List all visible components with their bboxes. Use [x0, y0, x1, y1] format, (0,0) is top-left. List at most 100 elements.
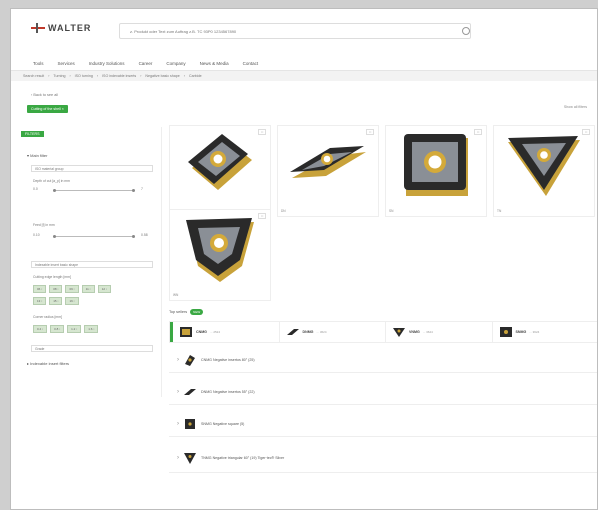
product-label: TN — [497, 209, 502, 213]
top-sellers-heading: Top sellers NEW — [169, 309, 204, 315]
feed-label: Feed [f] in mm — [33, 223, 55, 227]
basic-shape-select[interactable]: Indexable insert basic shape — [31, 261, 153, 268]
edge-length-tag[interactable]: 16 ▫ — [65, 297, 79, 305]
edge-length-tags: 06 ▫ 08 ▫ 09 ▫ 11 ▫ 12 ▫ — [33, 285, 111, 293]
slider-handle-min[interactable] — [53, 235, 56, 238]
breadcrumb-item[interactable]: Negative basic shape — [145, 74, 179, 78]
list-item[interactable]: › CNMG Negative insertos 80° (25) — [169, 347, 597, 373]
chevron-right-icon[interactable]: › — [177, 455, 179, 461]
edge-length-tag[interactable]: 12 ▫ — [97, 285, 111, 293]
nav-item[interactable]: Industry Solutions — [89, 61, 125, 66]
product-label: DN — [281, 209, 286, 213]
slider-handle-max[interactable] — [132, 189, 135, 192]
tab-cnmg[interactable]: CNMG... 2524 — [170, 322, 279, 342]
edge-length-tags: 13 ▫ 15 ▫ 16 ▫ — [33, 297, 79, 305]
compare-checkbox[interactable]: □ — [582, 129, 590, 135]
edge-length-tag[interactable]: 08 ▫ — [49, 285, 63, 293]
back-link[interactable]: ‹ Back to see all — [31, 93, 58, 97]
show-all-filters-link[interactable]: Show all filters — [564, 105, 587, 109]
tab-label: CNMG — [196, 330, 207, 334]
breadcrumb-item: Carbide — [189, 74, 202, 78]
compare-checkbox[interactable]: □ — [366, 129, 374, 135]
compare-checkbox[interactable]: □ — [258, 213, 266, 219]
dnmg-icon — [286, 329, 299, 335]
edge-length-tag[interactable]: 13 ▫ — [33, 297, 47, 305]
edge-length-tag[interactable]: 15 ▫ — [49, 297, 63, 305]
material-group-select[interactable]: ISO material group — [31, 165, 153, 172]
tab-sub: ... 2524 — [209, 330, 220, 334]
tn-insert-image — [508, 136, 580, 196]
product-label: SN — [389, 209, 394, 213]
list-item[interactable]: › TNMG Negative triangular 60° (19) Tige… — [169, 443, 597, 473]
search-icon[interactable] — [462, 27, 470, 35]
breadcrumb-item[interactable]: Turning — [53, 74, 65, 78]
tab-sub: ... 3624 — [422, 330, 433, 334]
list-item[interactable]: › SNMG Negative square (5) — [169, 411, 597, 437]
product-card[interactable]: □ WN — [169, 209, 271, 301]
slider-track — [53, 190, 133, 191]
cnmg-insert-icon — [185, 354, 195, 366]
product-card[interactable]: □ DN — [277, 125, 379, 217]
row-label: DNMG Negative insertos 55° (22) — [201, 389, 255, 394]
edge-length-tag[interactable]: 06 ▫ — [33, 285, 47, 293]
nav-item[interactable]: Tools — [33, 61, 44, 66]
compare-checkbox[interactable]: □ — [258, 129, 266, 135]
product-card[interactable]: □ TN — [493, 125, 595, 217]
chevron-right-icon[interactable]: › — [177, 357, 179, 363]
breadcrumb-item[interactable]: Search result — [23, 74, 44, 78]
grade-select[interactable]: Grade — [31, 345, 153, 352]
corner-radius-tag[interactable]: 0.8 ▫ — [50, 325, 65, 333]
chevron-right-icon[interactable]: › — [177, 389, 179, 395]
tab-snmg[interactable]: SNMG... 3624 — [491, 322, 598, 342]
compare-checkbox[interactable]: □ — [474, 129, 482, 135]
corner-radius-tag[interactable]: 1.6 ▫ — [84, 325, 99, 333]
nav-item[interactable]: Services — [58, 61, 75, 66]
nav-item[interactable]: Career — [139, 61, 153, 66]
product-card[interactable]: □ CN — [169, 125, 271, 217]
top-sellers-label: Top sellers — [169, 310, 188, 314]
filters-tag: FILTERS — [21, 131, 44, 137]
feed-slider[interactable]: 0.10 0.58 — [33, 233, 153, 239]
depth-min: 0.0 — [33, 187, 38, 191]
walter-logo[interactable]: WALTER — [31, 23, 91, 33]
row-label: CNMG Negative insertos 80° (25) — [201, 357, 255, 362]
edge-length-tag[interactable]: 09 ▫ — [65, 285, 79, 293]
corner-radius-tags: 0.4 ▫ 0.8 ▫ 1.2 ▫ 1.6 ▫ — [33, 325, 99, 333]
insert-filters-toggle[interactable]: ▸ Indexable insert filters — [27, 361, 69, 366]
search-box[interactable] — [119, 23, 471, 39]
logo-mark-icon — [31, 23, 45, 33]
tnmg-insert-icon — [184, 452, 196, 464]
corner-radius-tag[interactable]: 1.2 ▫ — [67, 325, 82, 333]
tab-label: DNMG — [302, 330, 314, 334]
breadcrumb-item[interactable]: ISO indexable inserts — [102, 74, 136, 78]
depth-max: 7 — [141, 187, 143, 191]
vnmg-icon — [393, 328, 405, 337]
search-input[interactable] — [128, 27, 452, 35]
chevron-right-icon[interactable]: › — [177, 421, 179, 427]
slider-handle-min[interactable] — [53, 189, 56, 192]
nav-item[interactable]: Company — [166, 61, 185, 66]
dnmg-insert-icon — [184, 388, 196, 395]
top-sellers-badge: NEW — [190, 309, 204, 315]
corner-radius-tag[interactable]: 0.4 ▫ — [33, 325, 48, 333]
main-filter-toggle[interactable]: ▾ Main filter — [27, 153, 47, 158]
product-card[interactable]: □ SN — [385, 125, 487, 217]
feed-min: 0.10 — [33, 233, 40, 237]
main-nav: Tools Services Industry Solutions Career… — [11, 57, 597, 71]
logo-text: WALTER — [48, 23, 92, 33]
tab-dnmg[interactable]: DNMG... 3624 — [278, 322, 386, 342]
dn-insert-image — [290, 146, 366, 178]
edge-length-tag[interactable]: 11 ▫ — [81, 285, 95, 293]
active-filter-chip[interactable]: Cutting of the shell × — [27, 105, 68, 113]
depth-label: Depth of cut [a_p] in mm — [33, 179, 70, 183]
nav-item[interactable]: Contact — [243, 61, 259, 66]
slider-handle-max[interactable] — [132, 235, 135, 238]
wn-insert-image — [186, 218, 254, 282]
tab-sub: ... 3624 — [529, 330, 540, 334]
breadcrumb-item[interactable]: ISO turning — [75, 74, 93, 78]
depth-slider[interactable]: 0.0 7 — [33, 187, 153, 193]
nav-item[interactable]: News & Media — [200, 61, 229, 66]
insert-type-tabs: CNMG... 2524 DNMG... 3624 VNMG... 3624 S… — [169, 321, 598, 343]
tab-vnmg[interactable]: VNMG... 3624 — [385, 322, 492, 342]
list-item[interactable]: › DNMG Negative insertos 55° (22) — [169, 379, 597, 405]
